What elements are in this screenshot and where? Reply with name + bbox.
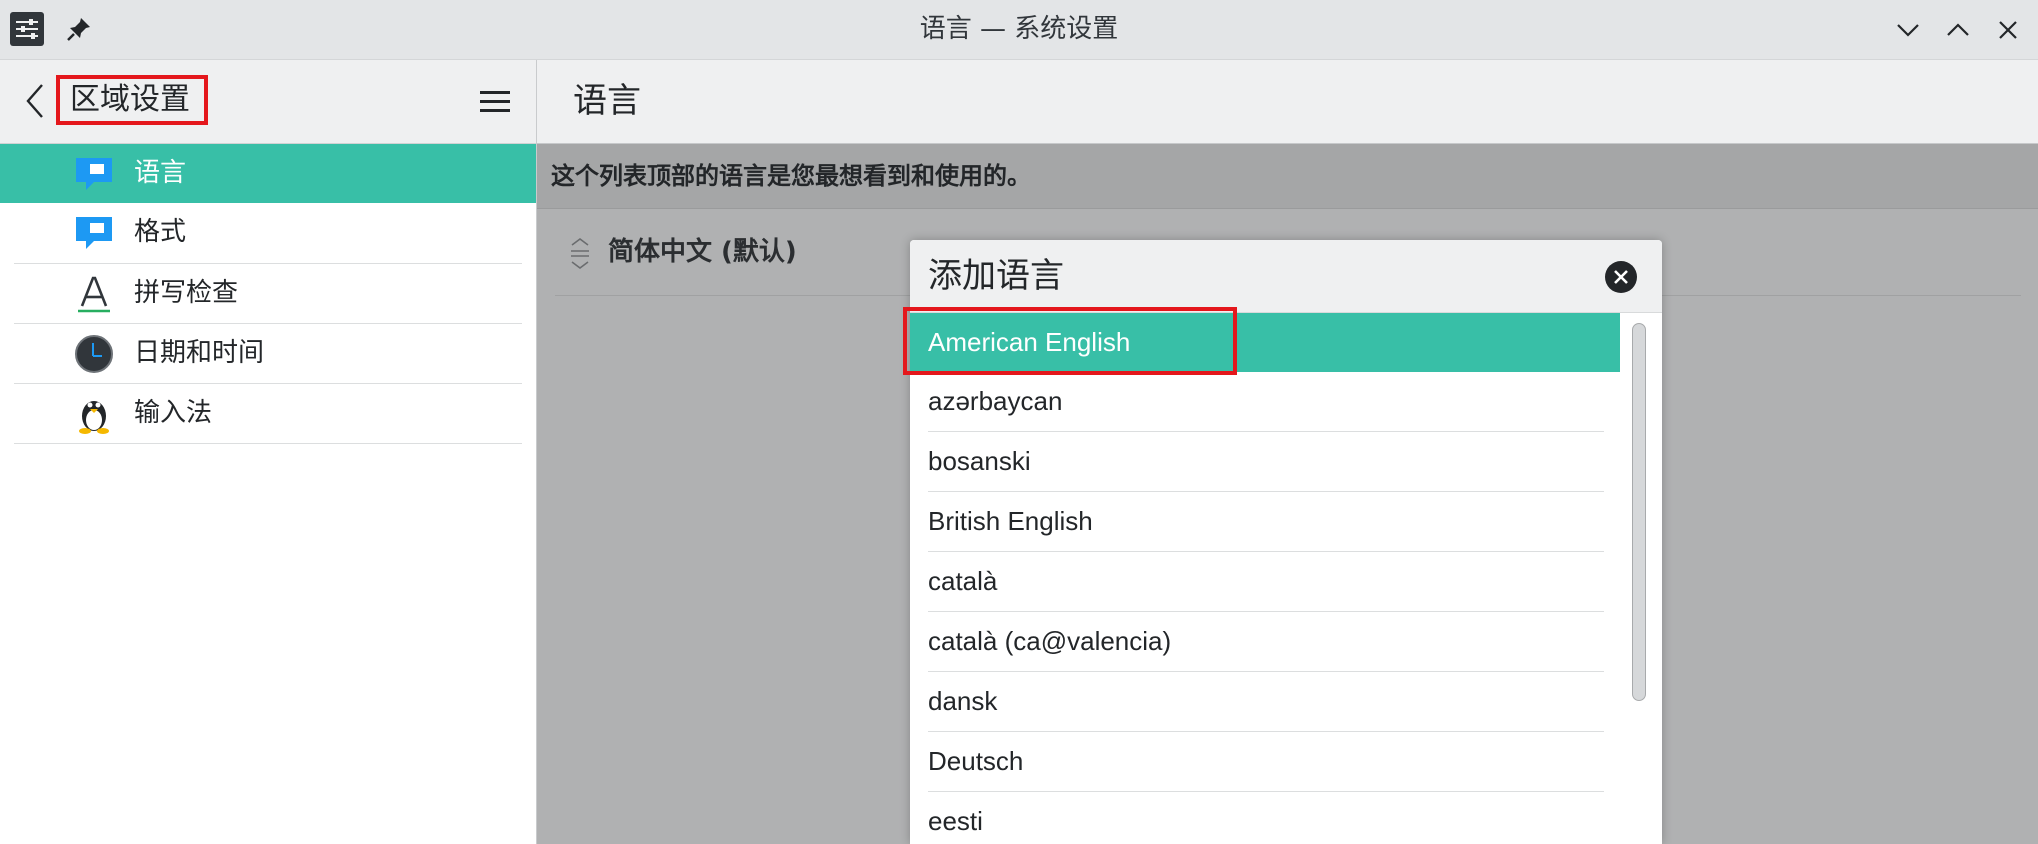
sidebar-title: 区域设置: [56, 75, 208, 125]
sidebar-header: 区域设置: [0, 60, 536, 144]
sidebar-item-spell-check[interactable]: 拼写检查: [14, 264, 522, 324]
language-item-label: dansk: [928, 686, 998, 716]
sidebar-item-language[interactable]: 语言: [0, 144, 536, 203]
drag-handle-icon[interactable]: [567, 236, 593, 270]
back-button[interactable]: [20, 81, 50, 121]
dialog-header: 添加语言: [910, 240, 1662, 313]
language-item[interactable]: American English: [910, 313, 1620, 372]
sidebar: 区域设置 语言 格式 拼写检查 日期和时间 输入法: [0, 60, 537, 844]
language-item[interactable]: dansk: [928, 672, 1604, 732]
add-language-dialog: 添加语言 American English azərbaycan bosansk…: [910, 240, 1662, 844]
language-item[interactable]: bosanski: [928, 432, 1604, 492]
letter-a-icon: [78, 276, 110, 313]
language-item[interactable]: català: [928, 552, 1604, 612]
chevron-left-icon: [26, 84, 43, 118]
sidebar-item-label: 日期和时间: [134, 338, 265, 368]
close-icon: [1999, 21, 2017, 39]
sidebar-item-formats[interactable]: 格式: [14, 203, 522, 264]
sidebar-item-input-method[interactable]: 输入法: [14, 384, 522, 444]
language-item[interactable]: eesti: [928, 792, 1604, 844]
info-text: 这个列表顶部的语言是您最想看到和使用的。: [551, 162, 1031, 190]
language-item[interactable]: British English: [928, 492, 1604, 552]
sidebar-item-label: 格式: [134, 217, 187, 247]
info-banner: 这个列表顶部的语言是您最想看到和使用的。: [537, 144, 2038, 209]
sidebar-item-label: 输入法: [134, 398, 213, 428]
language-item-label: eesti: [928, 806, 983, 836]
language-item[interactable]: Deutsch: [928, 732, 1604, 792]
language-item-label: azərbaycan: [928, 386, 1063, 416]
language-item[interactable]: azərbaycan: [928, 372, 1604, 432]
language-item[interactable]: català (ca@valencia): [928, 612, 1604, 672]
configured-language-label: 简体中文 (默认): [608, 237, 797, 267]
language-item-label: Deutsch: [928, 746, 1024, 776]
clock-icon: [75, 335, 113, 373]
sidebar-item-label: 拼写检查: [134, 278, 239, 308]
pin-icon[interactable]: [64, 14, 94, 44]
main-header: 语言: [537, 60, 2038, 144]
chevron-down-icon: [1897, 24, 1919, 37]
window-titlebar: 语言 — 系统设置: [0, 0, 2038, 60]
hamburger-icon: [480, 91, 510, 112]
page-title: 语言: [573, 81, 641, 121]
hamburger-menu-button[interactable]: [478, 87, 512, 117]
settings-app-icon[interactable]: [10, 12, 44, 46]
language-item-label: bosanski: [928, 446, 1031, 476]
language-item-label: British English: [928, 506, 1093, 536]
sidebar-item-date-time[interactable]: 日期和时间: [14, 324, 522, 384]
chevron-up-icon: [1947, 23, 1969, 36]
language-list[interactable]: American English azərbaycan bosanski Bri…: [910, 313, 1662, 844]
language-item-label: català: [928, 566, 998, 596]
scrollbar-thumb[interactable]: [1632, 323, 1646, 701]
maximize-button[interactable]: [1942, 14, 1974, 46]
language-item-label: català (ca@valencia): [928, 626, 1172, 656]
dialog-close-button[interactable]: [1604, 260, 1638, 294]
language-item-label: American English: [928, 327, 1131, 357]
window-title: 语言 — 系统设置: [919, 14, 1119, 44]
speech-bubble-icon: [76, 158, 112, 190]
close-circle-icon: [1605, 261, 1637, 293]
speech-bubble-icon: [76, 217, 112, 249]
minimize-button[interactable]: [1892, 14, 1924, 46]
close-window-button[interactable]: [1992, 14, 2024, 46]
dialog-title: 添加语言: [928, 256, 1064, 296]
sidebar-item-label: 语言: [134, 158, 187, 188]
penguin-icon: [79, 401, 109, 434]
